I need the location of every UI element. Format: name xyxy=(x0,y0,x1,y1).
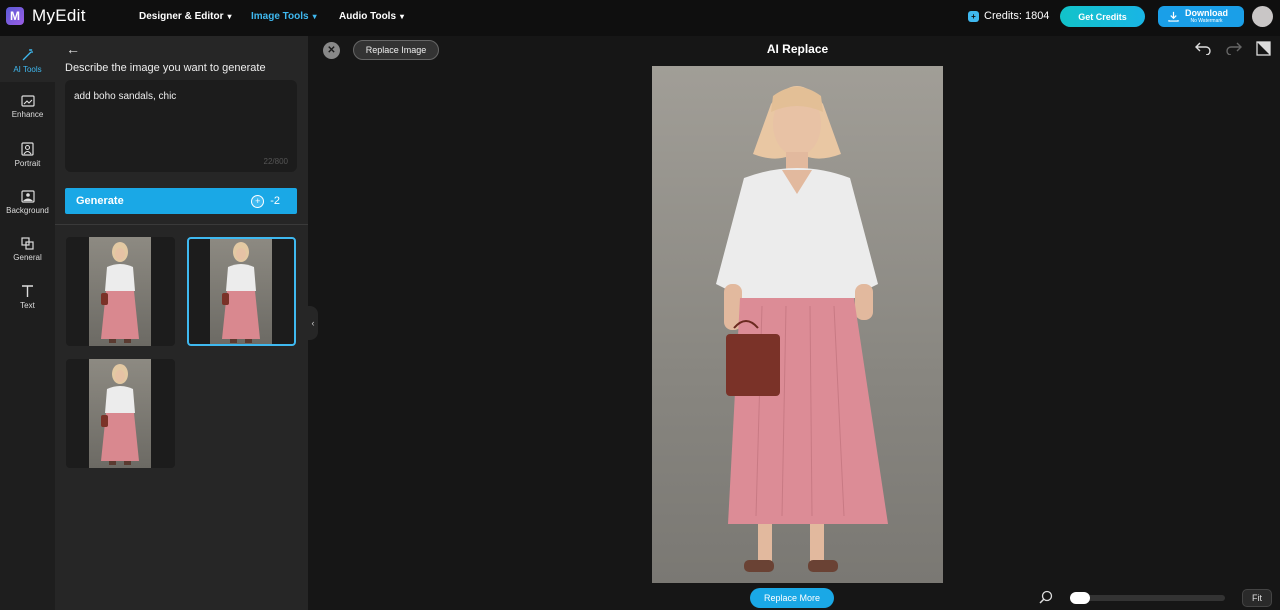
background-icon xyxy=(20,190,35,203)
download-button[interactable]: Download No Watermark xyxy=(1158,6,1244,27)
divider xyxy=(55,224,308,225)
replace-image-button[interactable]: Replace Image xyxy=(353,40,439,60)
nav-audio-tools[interactable]: Audio Tools ▾ xyxy=(339,11,404,22)
rail-item-ai-tools[interactable]: AI Tools xyxy=(0,36,55,82)
result-image xyxy=(89,237,151,346)
compare-icon[interactable] xyxy=(1256,41,1271,60)
rail-item-general[interactable]: General xyxy=(0,237,55,262)
replace-more-button[interactable]: Replace More xyxy=(750,588,834,608)
zoom-slider-track[interactable] xyxy=(1070,595,1225,601)
nav-image-tools[interactable]: Image Tools ▾ xyxy=(251,11,317,22)
redo-icon[interactable] xyxy=(1226,41,1242,59)
top-bar: M MyEdit Designer & Editor ▾ Image Tools ▾… xyxy=(0,0,1280,36)
generate-button[interactable]: Generate + -2 xyxy=(65,188,297,214)
generate-cost: -2 xyxy=(270,195,280,207)
chevron-down-icon: ▾ xyxy=(400,12,405,21)
nav-designer-editor[interactable]: Designer & Editor ▾ xyxy=(139,11,231,22)
portrait-icon xyxy=(21,142,34,156)
rail-label: AI Tools xyxy=(13,65,42,74)
rail-label: Text xyxy=(20,301,35,310)
prompt-value: add boho sandals, chic xyxy=(74,91,177,102)
chevron-down-icon: ▾ xyxy=(227,12,232,21)
zoom-slider-knob[interactable] xyxy=(1070,592,1090,604)
magic-wand-icon xyxy=(22,49,33,61)
rail-item-enhance[interactable]: Enhance xyxy=(0,94,55,119)
download-icon xyxy=(1168,11,1179,22)
rail-label: Portrait xyxy=(14,159,41,168)
download-label: Download xyxy=(1185,8,1228,18)
enhance-icon xyxy=(20,95,35,107)
nav-label: Designer & Editor xyxy=(139,11,224,22)
result-thumbnail-3[interactable] xyxy=(66,359,175,468)
prompt-textarea[interactable]: add boho sandals, chic 22/800 xyxy=(65,80,297,172)
nav-label: Audio Tools xyxy=(339,11,397,22)
chevron-left-icon: ‹ xyxy=(311,318,315,328)
credits-coin-icon: + xyxy=(251,194,265,208)
ai-replace-panel: ← Describe the image you want to generat… xyxy=(55,36,308,610)
result-image xyxy=(89,359,151,468)
tool-rail: AI Tools Enhance Portrait Background Gen… xyxy=(0,36,55,610)
general-icon xyxy=(21,237,34,250)
fit-button[interactable]: Fit xyxy=(1242,589,1272,607)
text-icon xyxy=(22,285,33,297)
result-image xyxy=(210,239,272,344)
app-logo[interactable]: M MyEdit xyxy=(6,6,86,26)
result-thumbnail-2[interactable] xyxy=(187,237,296,346)
rail-item-portrait[interactable]: Portrait xyxy=(0,142,55,168)
collapse-panel-tab[interactable]: ‹ xyxy=(308,306,318,340)
logo-mark-icon: M xyxy=(6,7,24,25)
main-canvas-image[interactable] xyxy=(652,66,943,583)
rail-label: Background xyxy=(6,206,49,215)
character-counter: 22/800 xyxy=(263,157,288,166)
back-arrow-icon[interactable]: ← xyxy=(66,41,80,57)
result-thumbnail-1[interactable] xyxy=(66,237,175,346)
canvas-title: AI Replace xyxy=(766,42,829,56)
app-name: MyEdit xyxy=(32,6,86,25)
rail-item-background[interactable]: Background xyxy=(0,190,55,215)
close-icon[interactable]: ✕ xyxy=(323,42,340,59)
rail-item-text[interactable]: Text xyxy=(0,284,55,310)
rail-label: General xyxy=(13,253,42,262)
rail-label: Enhance xyxy=(11,110,44,119)
get-credits-button[interactable]: Get Credits xyxy=(1060,6,1145,27)
credits-display: + Credits: 1804 xyxy=(968,10,1049,22)
undo-icon[interactable] xyxy=(1195,41,1211,59)
avatar[interactable] xyxy=(1252,6,1273,27)
generate-label: Generate xyxy=(76,195,124,207)
chevron-down-icon: ▾ xyxy=(312,12,317,21)
panel-title: Describe the image you want to generate xyxy=(65,62,266,74)
credits-label: Credits: 1804 xyxy=(984,10,1050,22)
zoom-icon[interactable] xyxy=(1039,590,1053,607)
credits-icon: + xyxy=(968,10,979,22)
nav-label: Image Tools xyxy=(251,11,309,22)
download-sublabel: No Watermark xyxy=(1190,18,1223,24)
